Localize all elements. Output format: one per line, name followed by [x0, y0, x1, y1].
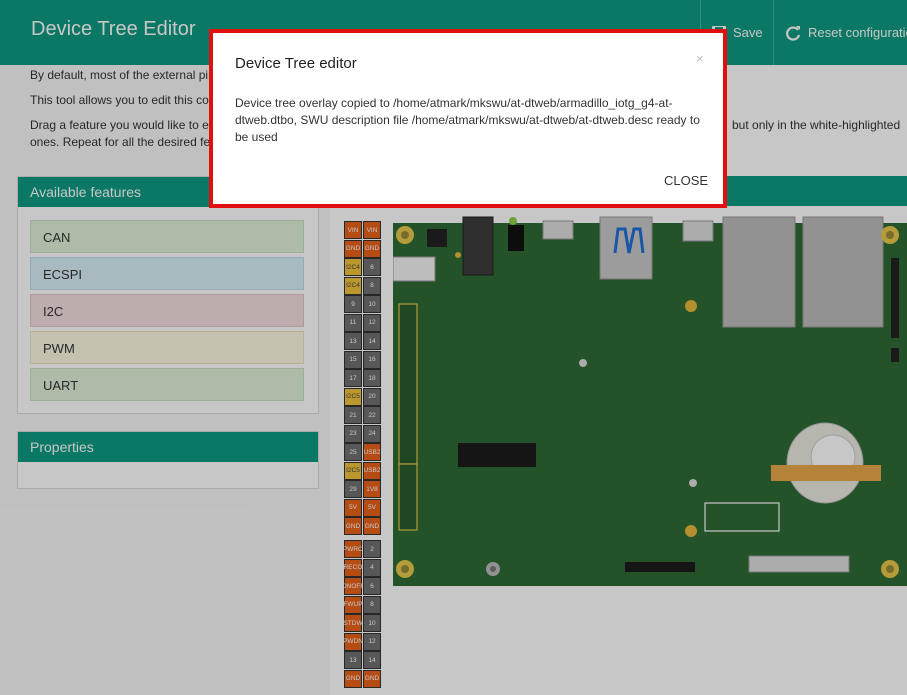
pin-upper-4-0[interactable]: 9: [344, 295, 362, 313]
save-label: Save: [733, 25, 763, 40]
pin-upper-5-0[interactable]: 11: [344, 313, 362, 332]
reset-label: Reset configuration: [808, 25, 907, 40]
pin-lower-5-0[interactable]: PWDN: [343, 632, 363, 651]
pin-lower-1-1[interactable]: 4: [363, 558, 381, 577]
pin-lower-4-1[interactable]: 10: [363, 614, 381, 632]
close-icon[interactable]: ×: [696, 51, 704, 66]
pin-upper-12-1[interactable]: USB2: [363, 443, 381, 461]
pin-upper-5-1[interactable]: 12: [363, 313, 381, 332]
intro-line-1: By default, most of the external pir: [30, 68, 213, 82]
pin-upper-10-0[interactable]: 21: [344, 406, 362, 424]
pin-upper-7-0[interactable]: 15: [344, 350, 362, 369]
close-button[interactable]: CLOSE: [664, 173, 708, 188]
pin-lower-6-0[interactable]: 13: [344, 651, 362, 669]
intro-line-2: This tool allows you to edit this cor: [30, 93, 213, 107]
pin-upper-3-1[interactable]: 8: [363, 276, 381, 295]
pin-lower-7-1[interactable]: GND: [363, 669, 381, 688]
pin-upper-16-0[interactable]: GND: [344, 517, 362, 535]
pin-upper-11-0[interactable]: 23: [344, 424, 362, 443]
pin-lower-0-0[interactable]: PWRO: [343, 540, 363, 558]
feature-i2c[interactable]: I2C: [30, 294, 304, 327]
board-view: VIN VIN GND GND I2C4 6 I2C4 8 9 10 11 12 13 14 15 16 17 1…: [330, 176, 907, 695]
pin-upper-15-1[interactable]: 5V: [363, 498, 381, 517]
properties-title: Properties: [18, 432, 318, 462]
board-image: [393, 216, 907, 586]
pin-lower-4-0[interactable]: STDW: [343, 614, 363, 632]
available-features-panel: Available features CAN ECSPI I2C PWM UAR…: [17, 176, 319, 414]
intro-line-3a: Drag a feature you would like to ex: [30, 118, 215, 132]
pin-upper-10-1[interactable]: 22: [363, 406, 381, 424]
pin-upper-9-0[interactable]: I2C5: [344, 387, 362, 406]
pin-upper-8-1[interactable]: 18: [363, 369, 381, 387]
pin-upper-3-0[interactable]: I2C4: [344, 276, 362, 295]
pin-upper-13-1[interactable]: USB2: [363, 461, 381, 480]
pin-upper-12-0[interactable]: 25: [344, 443, 362, 461]
pin-upper-2-0[interactable]: I2C4: [344, 258, 362, 276]
pin-upper-4-1[interactable]: 10: [363, 295, 381, 313]
pin-lower-3-1[interactable]: 8: [363, 595, 381, 614]
pin-upper-1-1[interactable]: GND: [363, 239, 381, 258]
pin-lower-6-1[interactable]: 14: [363, 651, 381, 669]
pin-lower-2-0[interactable]: ONOFF: [342, 577, 364, 595]
pin-upper-0-1[interactable]: VIN: [363, 221, 381, 239]
pin-upper-11-1[interactable]: 24: [363, 424, 381, 443]
modal-title: Device Tree editor: [235, 55, 357, 72]
pin-upper-6-0[interactable]: 13: [344, 332, 362, 350]
refresh-icon: [786, 25, 801, 41]
pin-upper-6-1[interactable]: 14: [363, 332, 381, 350]
pin-lower-0-1[interactable]: 2: [363, 540, 381, 558]
modal-dialog: Device Tree editor × Device tree overlay…: [209, 29, 727, 208]
pin-upper-9-1[interactable]: 20: [363, 387, 381, 406]
app-title: Device Tree Editor: [31, 18, 196, 40]
pin-upper-14-0[interactable]: 29: [344, 480, 362, 498]
pin-upper-15-0[interactable]: 5V: [344, 498, 362, 517]
modal-message: Device tree overlay copied to /home/atma…: [235, 96, 700, 144]
pin-upper-7-1[interactable]: 16: [363, 350, 381, 369]
pin-upper-1-0[interactable]: GND: [344, 239, 362, 258]
feature-can[interactable]: CAN: [30, 220, 304, 253]
pin-upper-13-0[interactable]: I2C5: [344, 461, 362, 480]
pin-lower-7-0[interactable]: GND: [344, 669, 362, 688]
pin-upper-2-1[interactable]: 6: [363, 258, 381, 276]
feature-uart[interactable]: UART: [30, 368, 304, 401]
feature-pwm[interactable]: PWM: [30, 331, 304, 364]
pin-upper-8-0[interactable]: 17: [344, 369, 362, 387]
pin-upper-0-0[interactable]: VIN: [344, 221, 362, 239]
reset-configuration-button[interactable]: Reset configuration: [773, 0, 907, 65]
properties-panel: Properties: [17, 431, 319, 489]
pin-lower-5-1[interactable]: 12: [363, 632, 381, 651]
feature-ecspi[interactable]: ECSPI: [30, 257, 304, 290]
intro-line-3b: but only in the white-highlighted: [732, 118, 901, 132]
pin-lower-1-0[interactable]: RECO: [344, 558, 362, 577]
pin-lower-3-0[interactable]: FWUP: [343, 595, 363, 614]
pin-lower-2-1[interactable]: 6: [363, 577, 381, 595]
pin-upper-14-1[interactable]: 1V8: [363, 480, 381, 498]
pin-upper-16-1[interactable]: GND: [363, 517, 381, 535]
